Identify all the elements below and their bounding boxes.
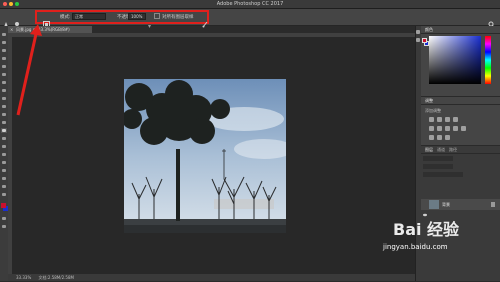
sample-all-layers-checkbox[interactable] xyxy=(154,13,160,19)
eraser-tool[interactable] xyxy=(1,112,7,117)
mode-select[interactable]: 正常 xyxy=(72,13,106,20)
tool-preset-icon[interactable] xyxy=(14,13,20,28)
gradient-tool[interactable] xyxy=(1,120,7,125)
vibrance-icon[interactable] xyxy=(429,126,434,131)
status-bar: 33.33% 文档:2.58M/2.58M xyxy=(8,274,415,281)
edit-toolbar-icon[interactable] xyxy=(1,192,7,197)
layer-lock-icon xyxy=(491,202,495,207)
curves-icon[interactable] xyxy=(445,117,450,122)
photo-filter-icon[interactable] xyxy=(461,126,466,131)
dodge-tool[interactable] xyxy=(1,136,7,141)
zoom-level[interactable]: 33.33% xyxy=(16,275,31,280)
layer-row-background[interactable]: 背景 xyxy=(421,199,500,217)
window-title: Adobe Photoshop CC 2017 xyxy=(216,1,284,7)
invert-icon[interactable] xyxy=(429,135,434,140)
foreground-color-swatch[interactable] xyxy=(1,203,6,208)
quick-select-tool[interactable] xyxy=(1,56,7,61)
type-tool[interactable] xyxy=(1,152,7,157)
quick-mask-icon[interactable] xyxy=(1,216,7,221)
close-document-icon[interactable]: × xyxy=(10,26,13,33)
eyedropper-tool[interactable] xyxy=(1,72,7,77)
hue-saturation-icon[interactable] xyxy=(437,126,442,131)
clone-stamp-tool[interactable] xyxy=(1,96,7,101)
black-white-icon[interactable] xyxy=(453,126,458,131)
levels-icon[interactable] xyxy=(437,117,442,122)
blur-tool[interactable] xyxy=(1,128,7,133)
layer-filter-select[interactable] xyxy=(423,156,453,161)
watermark-url: jingyan.baidu.com xyxy=(383,243,448,251)
color-panel: 颜色 xyxy=(421,26,500,97)
search-icon[interactable] xyxy=(488,13,495,28)
baidu-watermark: Bai 经验 xyxy=(393,218,475,242)
brush-panel-icon[interactable] xyxy=(43,13,50,28)
canvas-image[interactable] xyxy=(124,79,286,233)
path-selection-tool[interactable] xyxy=(1,160,7,165)
hand-tool[interactable] xyxy=(1,176,7,181)
brush-tool[interactable] xyxy=(1,88,7,93)
healing-brush-tool[interactable] xyxy=(1,80,7,85)
properties-panel-icon[interactable] xyxy=(416,38,420,42)
color-balance-icon[interactable] xyxy=(445,126,450,131)
zoom-tool[interactable] xyxy=(1,184,7,189)
window-title-bar: Adobe Photoshop CC 2017 xyxy=(0,0,500,9)
color-picker-field[interactable] xyxy=(429,36,481,84)
lasso-tool[interactable] xyxy=(1,48,7,53)
brightness-icon[interactable] xyxy=(429,117,434,122)
layer-thumbnail xyxy=(429,200,439,209)
screen-mode-icon[interactable] xyxy=(1,224,7,229)
document-tab[interactable]: × 风景.jpg @ 33.3%(RGB/8#) xyxy=(8,26,92,33)
opacity-dropdown-icon[interactable] xyxy=(148,14,151,28)
pen-tool[interactable] xyxy=(1,144,7,149)
hue-slider[interactable] xyxy=(485,36,491,84)
marquee-tool[interactable] xyxy=(1,40,7,45)
visibility-eye-icon[interactable] xyxy=(423,202,427,217)
exposure-icon[interactable] xyxy=(453,117,458,122)
mode-label: 模式: xyxy=(60,15,71,20)
panel-foreground-swatch[interactable] xyxy=(422,38,427,43)
sample-all-layers-label: 对所有图层取样 xyxy=(162,15,194,20)
watermark-brand: Bai 经验 xyxy=(393,220,460,239)
posterize-icon[interactable] xyxy=(437,135,442,140)
crop-tool[interactable] xyxy=(1,64,7,69)
shape-tool[interactable] xyxy=(1,168,7,173)
layers-panel: 图层 通道 路径 背景 xyxy=(421,146,500,282)
document-tab-label: 风景.jpg @ 33.3%(RGB/8#) xyxy=(16,27,70,32)
move-tool[interactable] xyxy=(1,32,7,37)
document-info: 文档:2.58M/2.58M xyxy=(38,275,74,280)
lock-controls[interactable] xyxy=(423,172,463,177)
history-brush-tool[interactable] xyxy=(1,104,7,109)
options-bar: 模式: 正常 不透明度: 100% 对所有图层取样 xyxy=(0,9,500,28)
threshold-icon[interactable] xyxy=(445,135,450,140)
photoshop-home-icon[interactable] xyxy=(3,13,9,27)
adjustments-panel: 调整 添加调整 xyxy=(421,97,500,146)
layer-name: 背景 xyxy=(442,202,450,207)
opacity-input[interactable]: 100% xyxy=(128,13,146,20)
pressure-icon[interactable] xyxy=(202,13,208,28)
blend-mode-select[interactable] xyxy=(423,164,453,169)
adjustments-hint: 添加调整 xyxy=(425,108,441,113)
history-panel-icon[interactable] xyxy=(416,30,420,34)
